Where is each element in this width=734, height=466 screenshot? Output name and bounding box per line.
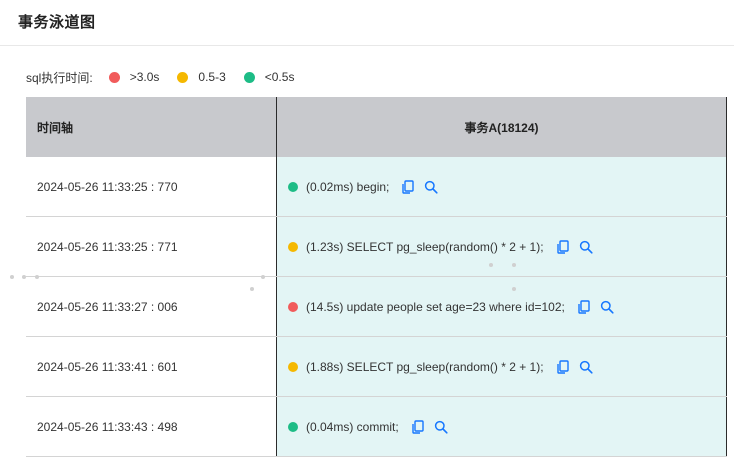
table-body: 2024-05-26 11:33:25 : 770 (0.02ms) begin;… bbox=[26, 157, 727, 457]
table-row: 2024-05-26 11:33:41 : 601 (1.88s) SELECT … bbox=[26, 337, 727, 397]
legend-item-medium: 0.5-3 bbox=[177, 70, 226, 84]
legend-label: sql执行时间: bbox=[26, 70, 93, 85]
decorative-dot bbox=[10, 275, 14, 279]
status-dot bbox=[288, 181, 298, 192]
sql-cell: (1.88s) SELECT pg_sleep(random() * 2 + 1… bbox=[277, 337, 727, 396]
copy-icon[interactable] bbox=[576, 299, 592, 315]
sql-cell: (0.04ms) commit; bbox=[277, 397, 727, 456]
table-row: 2024-05-26 11:33:25 : 771 (1.23s) SELECT … bbox=[26, 217, 727, 277]
search-icon[interactable] bbox=[578, 239, 594, 255]
sql-text: (0.02ms) begin; bbox=[306, 179, 390, 194]
sql-cell: (0.02ms) begin; bbox=[277, 157, 727, 216]
sql-text: (1.23s) SELECT pg_sleep(random() * 2 + 1… bbox=[306, 239, 544, 254]
copy-icon[interactable] bbox=[400, 179, 416, 195]
column-header-time: 时间轴 bbox=[26, 97, 277, 157]
search-icon[interactable] bbox=[599, 299, 615, 315]
legend-dot-green bbox=[243, 71, 255, 83]
legend-item-label: 0.5-3 bbox=[198, 70, 226, 84]
decorative-dot bbox=[250, 287, 254, 291]
sql-text: (14.5s) update people set age=23 where i… bbox=[306, 299, 565, 314]
decorative-dot bbox=[489, 263, 493, 267]
table-header: 时间轴 事务A(18124) bbox=[26, 97, 727, 157]
status-dot bbox=[288, 361, 298, 372]
table-row: 2024-05-26 11:33:27 : 006 (14.5s) update … bbox=[26, 277, 727, 337]
status-dot bbox=[288, 301, 298, 312]
status-dot bbox=[288, 421, 298, 432]
sql-cell: (1.23s) SELECT pg_sleep(random() * 2 + 1… bbox=[277, 217, 727, 276]
status-dot bbox=[288, 241, 298, 252]
copy-icon[interactable] bbox=[410, 419, 426, 435]
search-icon[interactable] bbox=[423, 179, 439, 195]
search-icon[interactable] bbox=[433, 419, 449, 435]
column-header-transaction: 事务A(18124) bbox=[277, 97, 727, 157]
sql-text: (0.04ms) commit; bbox=[306, 419, 399, 434]
time-cell: 2024-05-26 11:33:43 : 498 bbox=[26, 397, 277, 456]
copy-icon[interactable] bbox=[555, 239, 571, 255]
time-cell: 2024-05-26 11:33:25 : 771 bbox=[26, 217, 277, 276]
decorative-dot bbox=[261, 275, 265, 279]
legend-item-label: >3.0s bbox=[129, 70, 160, 84]
decorative-dot bbox=[22, 275, 26, 279]
time-cell: 2024-05-26 11:33:25 : 770 bbox=[26, 157, 277, 216]
time-cell: 2024-05-26 11:33:41 : 601 bbox=[26, 337, 277, 396]
legend-item-slow: >3.0s bbox=[108, 70, 160, 84]
table-row: 2024-05-26 11:33:43 : 498 (0.04ms) commit… bbox=[26, 397, 727, 457]
copy-icon[interactable] bbox=[555, 359, 571, 375]
decorative-dot bbox=[35, 275, 39, 279]
decorative-dot bbox=[512, 263, 516, 267]
search-icon[interactable] bbox=[578, 359, 594, 375]
legend: sql执行时间: >3.0s 0.5-3 <0.5s bbox=[26, 68, 312, 86]
sql-text: (1.88s) SELECT pg_sleep(random() * 2 + 1… bbox=[306, 359, 544, 374]
legend-dot-red bbox=[108, 71, 120, 83]
table-row: 2024-05-26 11:33:25 : 770 (0.02ms) begin; bbox=[26, 157, 727, 217]
legend-item-label: <0.5s bbox=[264, 70, 295, 84]
swimlane-table: 时间轴 事务A(18124) 2024-05-26 11:33:25 : 770… bbox=[26, 97, 727, 457]
time-cell: 2024-05-26 11:33:27 : 006 bbox=[26, 277, 277, 336]
page-title: 事务泳道图 bbox=[18, 14, 96, 31]
legend-dot-yellow bbox=[177, 71, 189, 83]
panel-header: 事务泳道图 bbox=[0, 0, 734, 46]
sql-cell: (14.5s) update people set age=23 where i… bbox=[277, 277, 727, 336]
decorative-dot bbox=[512, 287, 516, 291]
legend-item-fast: <0.5s bbox=[243, 70, 295, 84]
